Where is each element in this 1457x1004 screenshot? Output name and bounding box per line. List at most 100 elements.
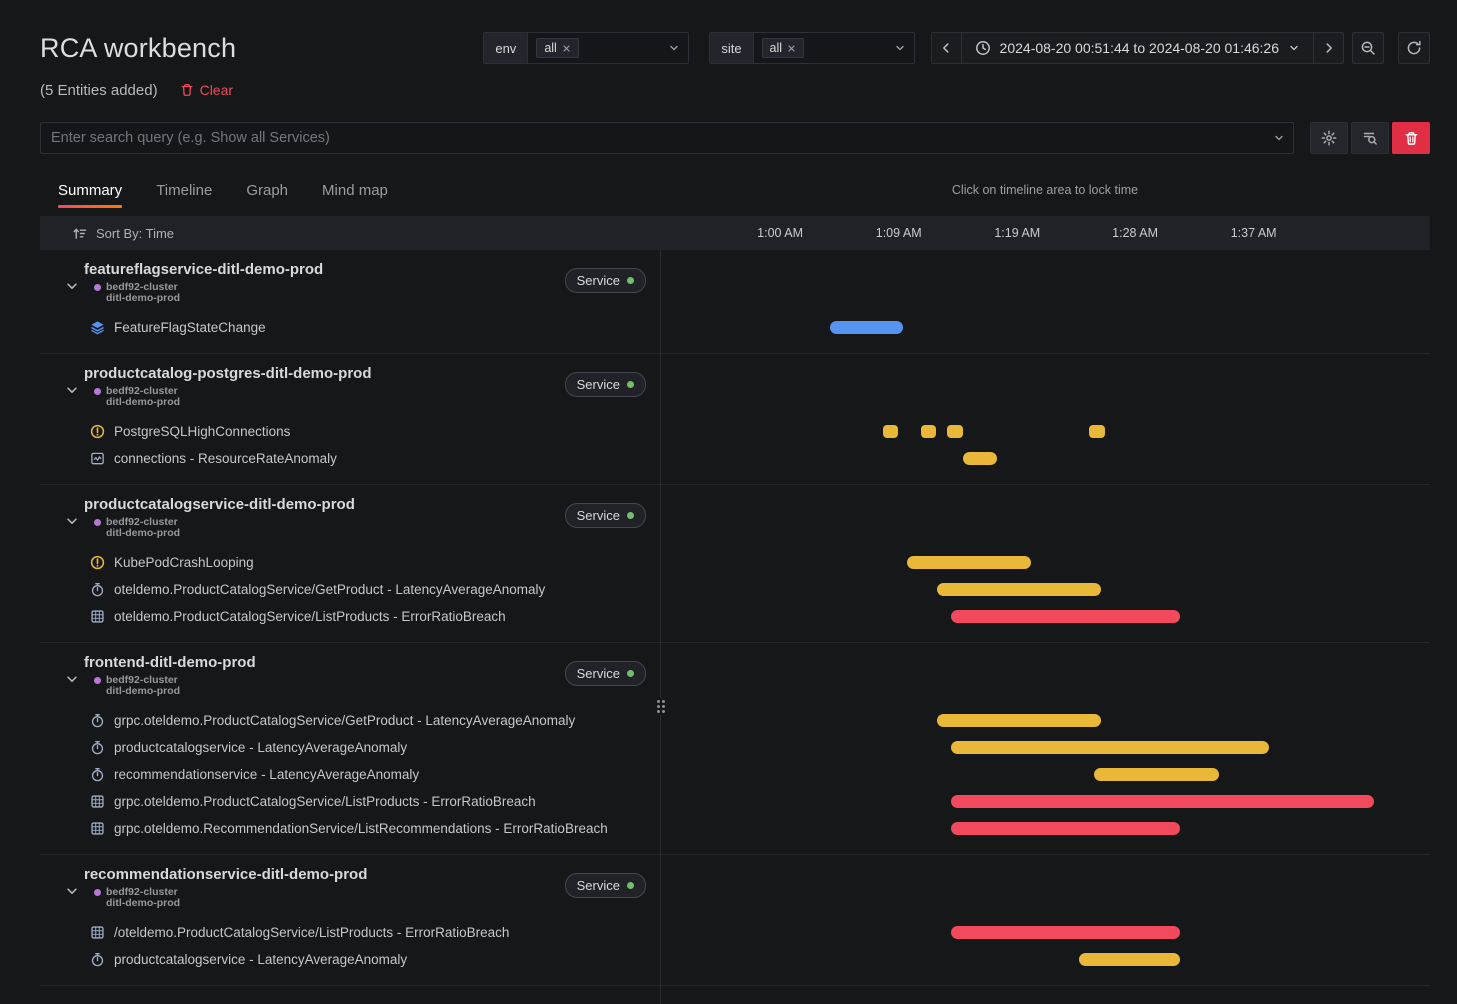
timeline-row[interactable] <box>660 788 1430 815</box>
clock-icon <box>975 40 991 56</box>
event-row[interactable]: productcatalogservice - LatencyAverageAn… <box>40 734 660 761</box>
timeline-row[interactable] <box>660 549 1430 576</box>
tab-timeline[interactable]: Timeline <box>156 182 212 208</box>
settings-button[interactable] <box>1310 122 1348 154</box>
timeline-bar-red[interactable] <box>951 610 1180 623</box>
layers-icon <box>90 320 105 335</box>
chip-remove-icon[interactable] <box>562 44 571 53</box>
search-input[interactable] <box>40 122 1294 154</box>
timeline-row[interactable] <box>660 946 1430 973</box>
namespace-name: ditl-demo-prod <box>106 397 180 408</box>
timeline-bar-yellow[interactable] <box>937 583 1101 596</box>
event-label: KubePodCrashLooping <box>114 555 254 570</box>
timeline-bar-yellow[interactable] <box>1089 425 1105 438</box>
timeline-row[interactable] <box>660 445 1430 472</box>
timeline-bar-blue[interactable] <box>830 321 902 334</box>
event-row[interactable]: oteldemo.ProductCatalogService/GetProduc… <box>40 576 660 603</box>
site-filter-chip[interactable]: all <box>762 38 805 58</box>
time-range-button[interactable]: 2024-08-20 00:51:44 to 2024-08-20 01:46:… <box>962 33 1313 63</box>
refresh-button[interactable] <box>1398 32 1430 64</box>
search-caret-icon[interactable] <box>1273 132 1285 144</box>
timeline-bar-red[interactable] <box>951 822 1180 835</box>
event-row[interactable]: /oteldemo.ProductCatalogService/ListProd… <box>40 919 660 946</box>
tab-summary[interactable]: Summary <box>58 182 122 208</box>
timeline-bar-yellow[interactable] <box>947 425 963 438</box>
cluster-info: bedf92-clusterditl-demo-prod <box>94 887 367 909</box>
event-row[interactable]: PostgreSQLHighConnections <box>40 418 660 445</box>
group-header[interactable]: productcatalog-postgres-ditl-demo-prodbe… <box>40 364 660 412</box>
time-shift-forward-button[interactable] <box>1313 33 1343 63</box>
event-row[interactable]: grpc.oteldemo.ProductCatalogService/List… <box>40 788 660 815</box>
query-inspector-button[interactable] <box>1351 122 1389 154</box>
timeline-bar-red[interactable] <box>951 795 1374 808</box>
timeline-spacer <box>660 495 1430 549</box>
service-group: frontend-ditl-demo-prodbedf92-clusterdit… <box>40 643 1430 855</box>
event-row[interactable]: FeatureFlagStateChange <box>40 314 660 341</box>
drag-handle-icon[interactable] <box>655 698 667 715</box>
site-filter-select[interactable]: all <box>753 32 915 64</box>
timeline-row[interactable] <box>660 314 1430 341</box>
timeline-bar-yellow[interactable] <box>1094 768 1219 781</box>
timeline-bar-yellow[interactable] <box>1079 953 1180 966</box>
timeline-bar-yellow[interactable] <box>951 741 1269 754</box>
service-badge: Service <box>565 268 646 293</box>
event-row[interactable]: productcatalogservice - LatencyAverageAn… <box>40 946 660 973</box>
alert-circle-icon <box>90 555 105 570</box>
alert-circle-icon <box>90 424 105 439</box>
tab-mind-map[interactable]: Mind map <box>322 182 388 208</box>
timeline-row[interactable] <box>660 919 1430 946</box>
timeline-row[interactable] <box>660 418 1430 445</box>
timeline-rows <box>660 707 1430 854</box>
group-left-panel: productcatalog-postgres-ditl-demo-prodbe… <box>40 364 660 484</box>
query-inspector-icon <box>1362 130 1378 146</box>
status-dot <box>627 277 634 284</box>
timeline-row[interactable] <box>660 576 1430 603</box>
group-header[interactable]: featureflagservice-ditl-demo-prodbedf92-… <box>40 260 660 308</box>
group-left-panel: frontend-ditl-demo-prodbedf92-clusterdit… <box>40 653 660 854</box>
group-left-panel: featureflagservice-ditl-demo-prodbedf92-… <box>40 260 660 353</box>
env-filter-chip[interactable]: all <box>536 38 579 58</box>
group-header[interactable]: productcatalogservice-ditl-demo-prodbedf… <box>40 495 660 543</box>
caret-down-icon <box>1288 42 1300 54</box>
cluster-text: bedf92-clusterditl-demo-prod <box>106 386 180 408</box>
event-row[interactable]: connections - ResourceRateAnomaly <box>40 445 660 472</box>
timeline-row[interactable] <box>660 707 1430 734</box>
group-info: featureflagservice-ditl-demo-prodbedf92-… <box>84 260 323 308</box>
event-row[interactable]: recommendationservice - LatencyAverageAn… <box>40 761 660 788</box>
sort-by-control[interactable]: Sort By: Time <box>40 226 660 241</box>
timeline-bar-yellow[interactable] <box>921 425 936 438</box>
event-row[interactable]: grpc.oteldemo.ProductCatalogService/GetP… <box>40 707 660 734</box>
event-row[interactable]: KubePodCrashLooping <box>40 549 660 576</box>
service-name: recommendationservice-ditl-demo-prod <box>84 865 367 885</box>
service-name: productcatalog-postgres-ditl-demo-prod <box>84 364 372 384</box>
event-row[interactable]: grpc.oteldemo.RecommendationService/List… <box>40 815 660 842</box>
timeline-row[interactable] <box>660 815 1430 842</box>
event-row[interactable]: oteldemo.ProductCatalogService/ListProdu… <box>40 603 660 630</box>
delete-button[interactable] <box>1392 122 1430 154</box>
clear-button-label: Clear <box>200 82 233 98</box>
page-title: RCA workbench <box>40 33 463 64</box>
timeline-bar-yellow[interactable] <box>963 452 997 465</box>
zoom-out-button[interactable] <box>1352 32 1384 64</box>
timeline-rows <box>660 314 1430 353</box>
event-label: oteldemo.ProductCatalogService/GetProduc… <box>114 582 545 597</box>
timeline-bar-yellow[interactable] <box>907 556 1031 569</box>
group-header[interactable]: recommendationservice-ditl-demo-prodbedf… <box>40 865 660 913</box>
timeline-row[interactable] <box>660 603 1430 630</box>
timeline-bar-yellow[interactable] <box>937 714 1101 727</box>
timeline-bar-red[interactable] <box>951 926 1180 939</box>
env-filter-select[interactable]: all <box>527 32 689 64</box>
clear-button[interactable]: Clear <box>180 82 233 98</box>
group-header[interactable]: frontend-ditl-demo-prodbedf92-clusterdit… <box>40 653 660 701</box>
tab-graph[interactable]: Graph <box>246 182 288 208</box>
time-axis[interactable]: 1:00 AM1:09 AM1:19 AM1:28 AM1:37 AM <box>660 216 1430 250</box>
timeline-content: featureflagservice-ditl-demo-prodbedf92-… <box>40 250 1430 1004</box>
group-timeline <box>660 653 1430 854</box>
chip-remove-icon[interactable] <box>787 44 796 53</box>
time-shift-back-button[interactable] <box>932 33 962 63</box>
service-badge-label: Service <box>577 273 620 288</box>
axis-tick: 1:37 AM <box>1231 226 1277 240</box>
timeline-row[interactable] <box>660 761 1430 788</box>
timeline-row[interactable] <box>660 734 1430 761</box>
timeline-bar-yellow[interactable] <box>883 425 898 438</box>
